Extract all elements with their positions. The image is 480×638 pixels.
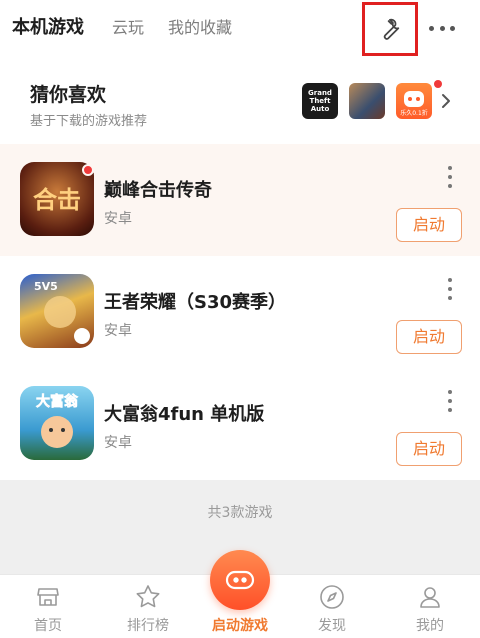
game-mascot-icon (404, 91, 424, 107)
nav-home-label: 首页 (34, 618, 62, 634)
compass-icon (320, 585, 344, 609)
wrench-button[interactable] (362, 2, 418, 56)
star-icon (136, 585, 160, 608)
thumb-gta-logo: Grand Theft Auto (308, 89, 332, 113)
game-list-item[interactable]: 合击 巅峰合击传奇 安卓 启动 (0, 144, 480, 256)
game-icon-text: 5V5 (34, 280, 58, 293)
game-title: 大富翁4fun 单机版 (104, 404, 265, 425)
game-more-button[interactable] (440, 278, 460, 300)
game-title: 王者荣耀（S30赛季） (104, 292, 287, 313)
top-bar: 本机游戏 云玩 我的收藏 (0, 0, 480, 58)
chevron-right-icon[interactable] (440, 92, 452, 110)
more-horizontal-icon (429, 25, 434, 31)
home-icon (37, 588, 59, 606)
start-game-button[interactable]: 启动 (396, 432, 462, 466)
recommend-thumb-game-3[interactable]: 乐久0.1折 (396, 83, 432, 119)
more-options-button[interactable] (426, 18, 458, 38)
launch-game-fab[interactable] (210, 550, 270, 610)
game-update-badge (82, 164, 94, 176)
wrench-icon (383, 18, 400, 40)
nav-profile-label: 我的 (416, 618, 444, 634)
game-count-text: 共3款游戏 (207, 505, 273, 521)
recommend-title: 猜你喜欢 (30, 84, 107, 106)
recommend-thumb-game-2[interactable] (349, 83, 385, 119)
recommend-thumb-gta[interactable]: Grand Theft Auto (302, 83, 338, 119)
nav-ranking-label: 排行榜 (127, 618, 169, 634)
nav-ranking[interactable]: 排行榜 (100, 575, 196, 638)
game-icon: 5V5 (20, 274, 94, 348)
game-icon-art: 5V5 (34, 280, 90, 344)
start-game-button[interactable]: 启动 (396, 208, 462, 242)
more-vertical-icon (448, 390, 452, 394)
nav-profile[interactable]: 我的 (382, 575, 478, 638)
nav-home[interactable]: 首页 (0, 575, 96, 638)
tab-favorites[interactable]: 我的收藏 (168, 17, 232, 39)
game-more-button[interactable] (440, 166, 460, 188)
nav-discover[interactable]: 发现 (284, 575, 380, 638)
more-vertical-icon (448, 166, 452, 170)
game-list-item[interactable]: 5V5 王者荣耀（S30赛季） 安卓 启动 (0, 256, 480, 368)
game-icon-text: 合击 (33, 185, 81, 214)
tab-local-games[interactable]: 本机游戏 (12, 17, 84, 39)
thumb-caption: 乐久0.1折 (400, 110, 428, 117)
game-icon-art: 大富翁 (36, 393, 79, 448)
start-game-button[interactable]: 启动 (396, 320, 462, 354)
nav-launch-label: 启动游戏 (212, 618, 268, 634)
recommend-subtitle: 基于下载的游戏推荐 (30, 114, 148, 129)
game-icon: 大富翁 (20, 386, 94, 460)
recommend-section[interactable]: 猜你喜欢 基于下载的游戏推荐 Grand Theft Auto 乐久0.1折 (0, 58, 480, 144)
game-platform: 安卓 (104, 323, 132, 339)
game-list-item[interactable]: 大富翁 大富翁4fun 单机版 安卓 启动 (0, 368, 480, 480)
user-icon (420, 587, 440, 608)
tab-cloud-play[interactable]: 云玩 (112, 17, 144, 39)
game-more-button[interactable] (440, 390, 460, 412)
game-icon-text: 大富翁 (36, 393, 79, 410)
game-platform: 安卓 (104, 435, 132, 451)
nav-discover-label: 发现 (318, 618, 346, 634)
game-platform: 安卓 (104, 211, 132, 227)
new-badge-dot (434, 80, 442, 88)
game-title: 巅峰合击传奇 (104, 180, 212, 201)
more-vertical-icon (448, 278, 452, 282)
gamepad-icon (225, 570, 255, 590)
